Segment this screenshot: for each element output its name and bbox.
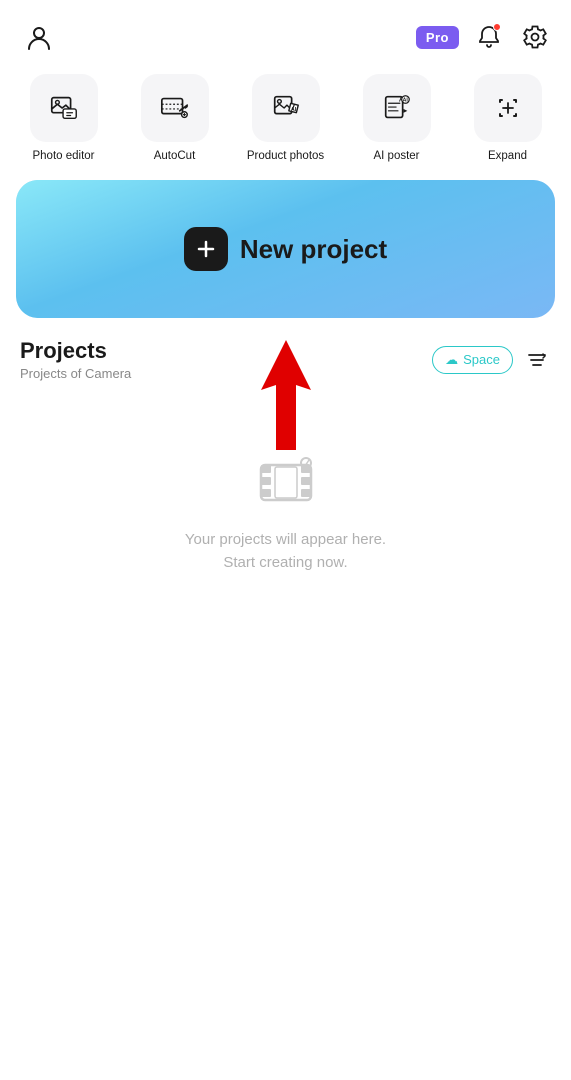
tool-ai-poster[interactable]: AI AI AI poster (345, 74, 448, 162)
autocut-label: AutoCut (154, 150, 196, 162)
product-photos-icon-box: AI (252, 74, 320, 142)
projects-header: Projects Projects of Camera ☁ Space (20, 338, 551, 381)
cloud-icon: ☁ (445, 352, 458, 368)
tool-product-photos[interactable]: AI Product photos (234, 74, 337, 162)
space-button[interactable]: ☁ Space (432, 346, 513, 374)
projects-subtitle: Projects of Camera (20, 366, 131, 381)
expand-label: Expand (488, 150, 527, 162)
expand-icon-box (474, 74, 542, 142)
product-photos-label: Product photos (247, 150, 324, 162)
empty-state: Your projects will appear here.Start cre… (0, 385, 571, 594)
empty-state-text: Your projects will appear here.Start cre… (185, 529, 386, 574)
sort-button[interactable] (523, 346, 551, 374)
user-avatar[interactable] (20, 18, 58, 56)
svg-text:AI: AI (290, 107, 296, 113)
ai-poster-label: AI poster (373, 150, 419, 162)
tool-grid: Photo editor AutoCut (0, 68, 571, 176)
ai-poster-icon-box: AI AI (363, 74, 431, 142)
notification-dot (493, 23, 501, 31)
svg-text:AI: AI (402, 97, 408, 103)
photo-editor-label: Photo editor (32, 150, 94, 162)
tool-photo-editor[interactable]: Photo editor (12, 74, 115, 162)
header: Pro (0, 0, 571, 68)
autocut-icon-box (141, 74, 209, 142)
new-project-label: New project (240, 234, 387, 265)
settings-button[interactable] (519, 21, 551, 53)
new-project-banner[interactable]: New project (16, 180, 555, 318)
notification-bell[interactable] (473, 21, 505, 53)
empty-state-icon (251, 445, 321, 515)
projects-title: Projects (20, 338, 131, 364)
tool-autocut[interactable]: AutoCut (123, 74, 226, 162)
space-btn-label: Space (463, 352, 500, 367)
projects-section: Projects Projects of Camera ☁ Space (0, 338, 571, 381)
pro-badge[interactable]: Pro (416, 26, 459, 49)
new-project-icon (184, 227, 228, 271)
photo-editor-icon-box (30, 74, 98, 142)
tool-expand[interactable]: Expand (456, 74, 559, 162)
